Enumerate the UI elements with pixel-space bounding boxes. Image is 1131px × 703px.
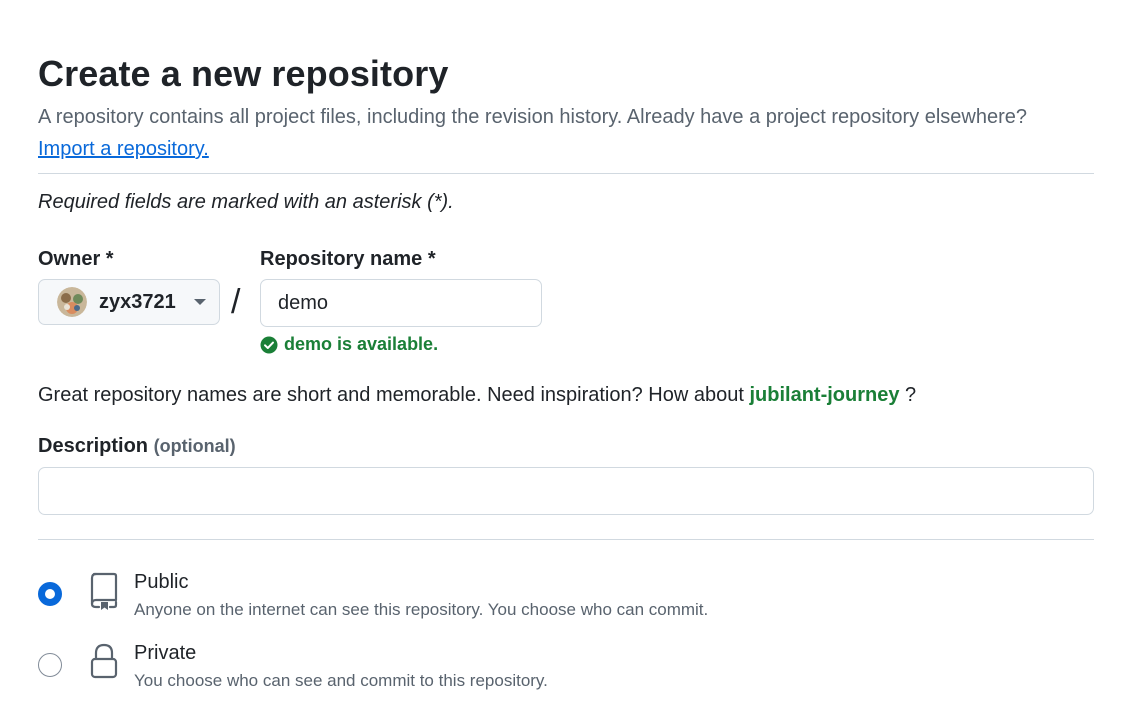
visibility-option-private[interactable]: Private You choose who can see and commi… [38,642,1038,703]
public-radio[interactable] [38,582,62,606]
visibility-option-public[interactable]: Public Anyone on the internet can see th… [38,571,1038,632]
private-title: Private [134,642,197,664]
availability-text: demo is available. [284,334,439,354]
owner-name: zyx3721 [99,290,176,313]
suggested-name-button[interactable]: jubilant-journey [749,384,899,406]
public-description: Anyone on the internet can see this repo… [134,600,709,619]
visibility-divider [38,539,1094,540]
page-subtitle: A repository contains all project files,… [38,101,1098,165]
repository-name-input[interactable] [260,279,542,327]
chevron-down-icon [193,299,206,305]
inspiration-text: Great repository names are short and mem… [38,384,744,406]
page-title: Create a new repository [38,53,449,94]
public-title: Public [134,571,189,593]
lock-icon [88,643,120,681]
repository-name-label: Repository name * [260,248,436,270]
owner-repo-separator: / [231,283,241,321]
optional-hint: (optional) [153,436,236,456]
private-description: You choose who can see and commit to thi… [134,671,548,690]
check-circle-icon [260,336,278,353]
subtitle-text: A repository contains all project files,… [38,106,1028,128]
import-repository-link[interactable]: Import a repository. [38,138,209,160]
description-label: Description (optional) [38,432,236,460]
description-label-text: Description [38,435,149,457]
private-radio[interactable] [38,653,62,677]
new-repository-page: Create a new repository A repository con… [0,0,1131,703]
description-input[interactable] [38,467,1094,515]
inspiration-suffix: ? [905,384,917,406]
required-fields-note: Required fields are marked with an aster… [38,191,454,213]
owner-label: Owner * [38,248,114,270]
header-divider [38,173,1094,174]
avatar [57,287,87,317]
name-inspiration: Great repository names are short and mem… [38,380,916,410]
availability-status: demo is available. [260,334,438,355]
repo-icon [88,572,120,610]
owner-dropdown[interactable]: zyx3721 [38,279,220,325]
